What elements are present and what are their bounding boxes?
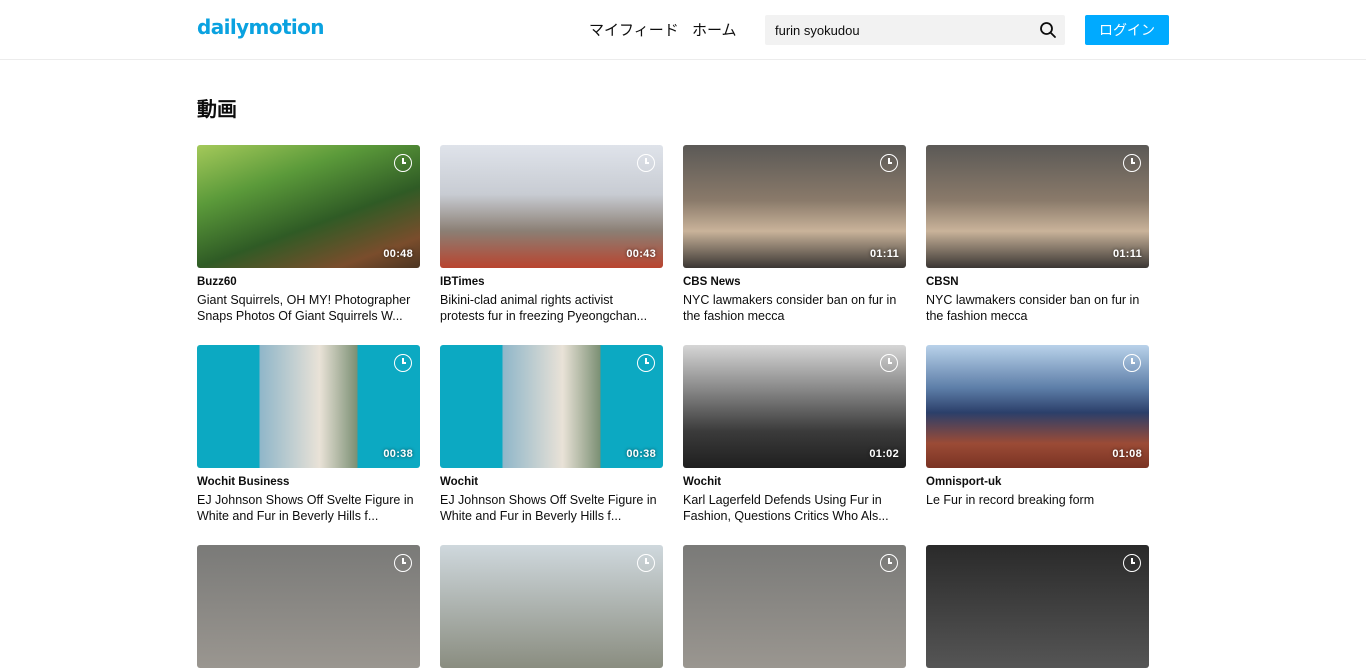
video-title-line: Karl Lagerfeld Defends Using Fur in: [683, 493, 882, 507]
video-card[interactable]: [683, 545, 906, 668]
video-card[interactable]: 01:08 Omnisport-uk Le Fur in record brea…: [926, 345, 1149, 508]
login-button[interactable]: ログイン: [1085, 15, 1169, 45]
video-title-line: Giant Squirrels, OH MY! Photographer: [197, 293, 411, 307]
video-thumbnail[interactable]: [926, 545, 1149, 668]
video-card[interactable]: [197, 545, 420, 668]
video-thumbnail[interactable]: 01:11: [926, 145, 1149, 268]
video-card[interactable]: 01:11 CBSN NYC lawmakers consider ban on…: [926, 145, 1149, 324]
nav-my-feed[interactable]: マイフィード: [589, 19, 679, 40]
video-title[interactable]: Bikini-clad animal rights activist prote…: [440, 292, 663, 324]
video-title-line: the fashion mecca: [926, 309, 1028, 323]
video-thumbnail[interactable]: 01:11: [683, 145, 906, 268]
video-duration: 00:48: [383, 248, 413, 260]
video-card[interactable]: 00:48 Buzz60 Giant Squirrels, OH MY! Pho…: [197, 145, 420, 324]
video-card[interactable]: 00:38 Wochit Business EJ Johnson Shows O…: [197, 345, 420, 524]
video-channel[interactable]: Wochit: [683, 475, 906, 489]
header: dailymotion マイフィード ホーム ログイン: [0, 0, 1366, 60]
video-thumbnail[interactable]: 01:08: [926, 345, 1149, 468]
video-card[interactable]: 01:02 Wochit Karl Lagerfeld Defends Usin…: [683, 345, 906, 524]
video-thumbnail[interactable]: [440, 545, 663, 668]
clock-icon[interactable]: [394, 354, 412, 372]
video-title-line: the fashion mecca: [683, 309, 785, 323]
video-title[interactable]: Giant Squirrels, OH MY! Photographer Sna…: [197, 292, 420, 324]
video-thumbnail[interactable]: [683, 545, 906, 668]
nav-home[interactable]: ホーム: [692, 19, 737, 40]
video-thumbnail[interactable]: [197, 545, 420, 668]
clock-icon[interactable]: [880, 354, 898, 372]
video-channel[interactable]: CBSN: [926, 275, 1149, 289]
clock-icon[interactable]: [880, 554, 898, 572]
video-title-line: Fashion, Questions Critics Who Als...: [683, 509, 889, 523]
video-title-line: protests fur in freezing Pyeongchan...: [440, 309, 648, 323]
video-title-line: Bikini-clad animal rights activist: [440, 293, 613, 307]
video-duration: 00:38: [626, 448, 656, 460]
video-title-line: Snaps Photos Of Giant Squirrels W...: [197, 309, 403, 323]
video-title[interactable]: NYC lawmakers consider ban on fur in the…: [926, 292, 1149, 324]
clock-icon[interactable]: [1123, 154, 1141, 172]
video-title-line: White and Fur in Beverly Hills f...: [197, 509, 379, 523]
video-title[interactable]: NYC lawmakers consider ban on fur in the…: [683, 292, 906, 324]
video-duration: 00:43: [626, 248, 656, 260]
clock-icon[interactable]: [394, 554, 412, 572]
video-channel[interactable]: Wochit Business: [197, 475, 420, 489]
clock-icon[interactable]: [1123, 554, 1141, 572]
video-title-line: White and Fur in Beverly Hills f...: [440, 509, 622, 523]
video-card[interactable]: 00:43 IBTimes Bikini-clad animal rights …: [440, 145, 663, 324]
video-thumbnail[interactable]: 00:48: [197, 145, 420, 268]
video-title-line: NYC lawmakers consider ban on fur in: [926, 293, 1140, 307]
clock-icon[interactable]: [637, 554, 655, 572]
section-title: 動画: [197, 99, 237, 121]
video-duration: 01:08: [1112, 448, 1142, 460]
video-title[interactable]: Karl Lagerfeld Defends Using Fur in Fash…: [683, 492, 906, 524]
video-title-line: NYC lawmakers consider ban on fur in: [683, 293, 897, 307]
video-card[interactable]: 01:11 CBS News NYC lawmakers consider ba…: [683, 145, 906, 324]
video-thumbnail[interactable]: 00:38: [440, 345, 663, 468]
video-title-line: EJ Johnson Shows Off Svelte Figure in: [440, 493, 657, 507]
video-duration: 01:11: [1112, 248, 1142, 260]
video-channel[interactable]: Omnisport-uk: [926, 475, 1149, 489]
video-channel[interactable]: Wochit: [440, 475, 663, 489]
video-thumbnail[interactable]: 00:38: [197, 345, 420, 468]
clock-icon[interactable]: [394, 154, 412, 172]
clock-icon[interactable]: [1123, 354, 1141, 372]
clock-icon[interactable]: [637, 154, 655, 172]
dailymotion-logo[interactable]: dailymotion: [197, 15, 325, 39]
video-thumbnail[interactable]: 00:43: [440, 145, 663, 268]
video-channel[interactable]: IBTimes: [440, 275, 663, 289]
video-duration: 01:11: [869, 248, 899, 260]
video-card[interactable]: [926, 545, 1149, 668]
video-title-line: EJ Johnson Shows Off Svelte Figure in: [197, 493, 414, 507]
video-title-line: Le Fur in record breaking form: [926, 493, 1095, 507]
clock-icon[interactable]: [880, 154, 898, 172]
video-channel[interactable]: CBS News: [683, 275, 906, 289]
video-duration: 01:02: [869, 448, 899, 460]
search-box: [765, 15, 1065, 45]
search-input[interactable]: [765, 15, 1035, 45]
clock-icon[interactable]: [637, 354, 655, 372]
video-title[interactable]: Le Fur in record breaking form: [926, 492, 1149, 508]
video-duration: 00:38: [383, 448, 413, 460]
search-icon[interactable]: [1039, 21, 1057, 39]
video-card[interactable]: [440, 545, 663, 668]
video-title[interactable]: EJ Johnson Shows Off Svelte Figure in Wh…: [197, 492, 420, 524]
video-thumbnail[interactable]: 01:02: [683, 345, 906, 468]
video-card[interactable]: 00:38 Wochit EJ Johnson Shows Off Svelte…: [440, 345, 663, 524]
video-channel[interactable]: Buzz60: [197, 275, 420, 289]
video-title[interactable]: EJ Johnson Shows Off Svelte Figure in Wh…: [440, 492, 663, 524]
